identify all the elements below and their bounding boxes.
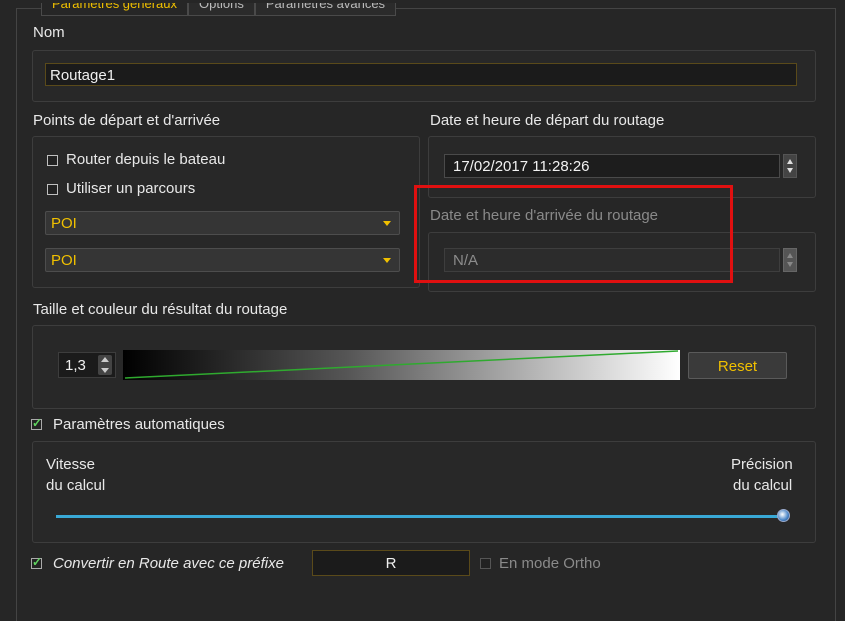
ortho-mode-checkbox xyxy=(480,558,491,569)
end-point-value: POI xyxy=(51,252,77,269)
tab-advanced[interactable]: Paramètres avancés xyxy=(254,3,397,16)
auto-params-checkbox[interactable] xyxy=(31,416,42,430)
convert-route-checkbox[interactable] xyxy=(31,555,42,569)
start-point-select[interactable]: POI xyxy=(45,211,400,235)
spin-down-icon xyxy=(787,262,793,267)
slider-handle[interactable] xyxy=(777,509,790,522)
line-size-spinner[interactable] xyxy=(98,355,112,375)
auto-params-label: Paramètres automatiques xyxy=(53,416,225,433)
route-from-boat-checkbox[interactable] xyxy=(47,155,58,166)
spin-down-icon xyxy=(787,168,793,173)
use-course-checkbox[interactable] xyxy=(47,184,58,195)
speed-precision-slider[interactable] xyxy=(56,515,784,518)
precision-label-line2: du calcul xyxy=(733,477,793,494)
name-label: Nom xyxy=(33,24,65,41)
start-point-value: POI xyxy=(51,215,77,232)
ortho-mode-label: En mode Ortho xyxy=(499,555,601,572)
result-style-label: Taille et couleur du résultat du routage xyxy=(33,301,288,318)
spin-up-icon xyxy=(101,357,109,362)
color-gradient-picker[interactable] xyxy=(123,350,680,380)
auto-params-group xyxy=(32,441,816,543)
convert-route-label: Convertir en Route avec ce préfixe xyxy=(53,555,284,572)
spin-down-icon xyxy=(101,368,109,373)
spin-up-icon xyxy=(787,159,793,164)
name-input[interactable]: Routage1 xyxy=(45,63,797,86)
chevron-down-icon xyxy=(383,221,391,226)
route-from-boat-label: Router depuis le bateau xyxy=(66,151,226,168)
route-prefix-input[interactable]: R xyxy=(312,550,470,576)
chevron-down-icon xyxy=(383,258,391,263)
tab-options[interactable]: Options xyxy=(188,3,255,16)
use-course-label: Utiliser un parcours xyxy=(66,180,196,197)
speed-label-line2: du calcul xyxy=(46,477,106,494)
end-point-select[interactable]: POI xyxy=(45,248,400,272)
departure-datetime-input[interactable]: 17/02/2017 11:28:26 xyxy=(444,154,780,178)
tab-general[interactable]: Paramètres généraux xyxy=(41,3,189,16)
departure-label: Date et heure de départ du routage xyxy=(430,112,665,129)
spin-up-icon xyxy=(787,253,793,258)
departure-spinner[interactable] xyxy=(783,154,797,178)
tab-bar: Paramètres généraux Options Paramètres a… xyxy=(41,3,397,17)
arrival-spinner xyxy=(783,248,797,272)
points-label: Points de départ et d'arrivée xyxy=(33,112,221,129)
reset-button[interactable]: Reset xyxy=(688,352,787,379)
speed-label-line1: Vitesse xyxy=(46,456,95,473)
gradient-line-preview xyxy=(124,350,679,379)
annotation-highlight-box xyxy=(414,185,733,283)
precision-label-line1: Précision xyxy=(731,456,793,473)
